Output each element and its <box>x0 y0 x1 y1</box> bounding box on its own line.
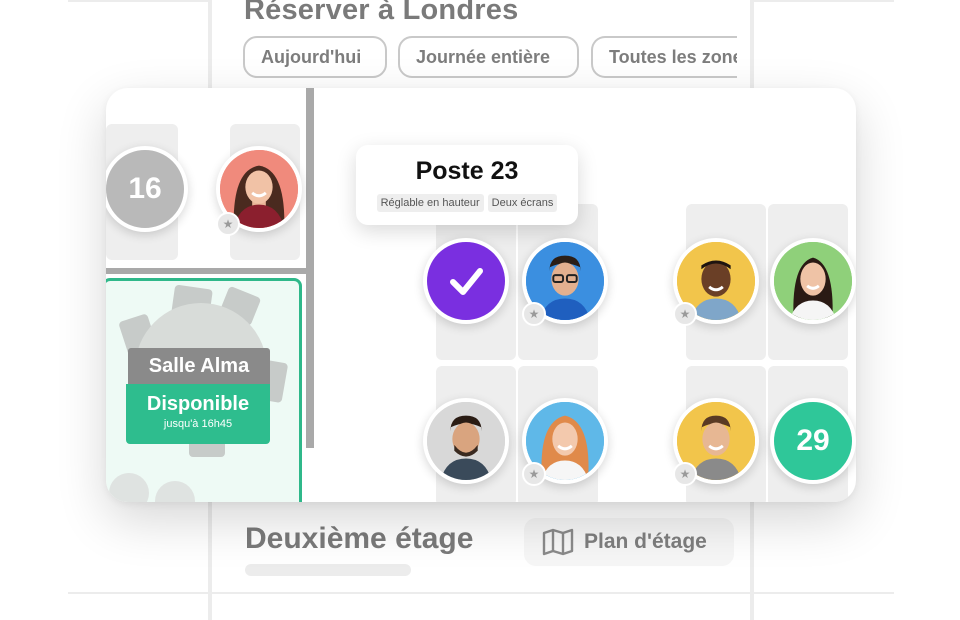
seat-number: 29 <box>796 424 830 457</box>
filter-chip-full-day[interactable]: Journée entière <box>398 36 579 78</box>
floor-plan-label: Plan d'étage <box>584 530 707 553</box>
favorite-star-icon[interactable]: ★ <box>673 462 697 486</box>
room-stool <box>155 481 195 502</box>
user-avatar-icon <box>427 402 505 480</box>
user-avatar-icon <box>774 242 852 320</box>
wall <box>106 268 308 274</box>
floor-subtitle-placeholder <box>245 564 411 576</box>
floor-plan-button[interactable]: Plan d'étage <box>524 518 734 566</box>
room-status-text: Disponible <box>146 393 250 415</box>
checkmark-icon <box>450 268 483 295</box>
tooltip-title: Poste 23 <box>415 157 519 185</box>
tooltip-tags: Réglable en hauteur Deux écrans <box>356 194 578 212</box>
seat-occupied[interactable] <box>770 238 856 324</box>
favorite-star-icon[interactable]: ★ <box>216 212 240 236</box>
favorite-star-icon[interactable]: ★ <box>673 302 697 326</box>
seat-23-selected[interactable] <box>423 238 509 324</box>
floor-map[interactable]: Salle Alma Disponible jusqu'à 16h45 16 ★… <box>106 88 856 502</box>
seat-29[interactable]: 29 <box>770 398 856 484</box>
favorite-star-icon[interactable]: ★ <box>522 462 546 486</box>
tag-dual-screen: Deux écrans <box>487 194 558 212</box>
favorite-star-icon[interactable]: ★ <box>522 302 546 326</box>
tag-height-adjustable: Réglable en hauteur <box>376 194 484 212</box>
bottom-divider <box>68 592 894 594</box>
seat-number: 16 <box>128 172 162 205</box>
page-title: Réserver à Londres <box>244 0 519 26</box>
room-stool <box>109 473 149 502</box>
seat-16[interactable]: 16 <box>106 146 188 232</box>
room-name-label: Salle Alma <box>128 348 270 384</box>
map-icon <box>542 528 574 556</box>
room-status-badge: Disponible jusqu'à 16h45 <box>126 384 270 444</box>
seat-occupied[interactable] <box>423 398 509 484</box>
filter-chip-today[interactable]: Aujourd'hui <box>243 36 387 78</box>
seat-tooltip: Poste 23 Réglable en hauteur Deux écrans <box>356 145 578 225</box>
floor-title: Deuxième étage <box>245 522 474 555</box>
room-status-until: jusqu'à 16h45 <box>163 418 233 430</box>
filter-chip-all-zones[interactable]: Toutes les zones <box>591 36 737 78</box>
